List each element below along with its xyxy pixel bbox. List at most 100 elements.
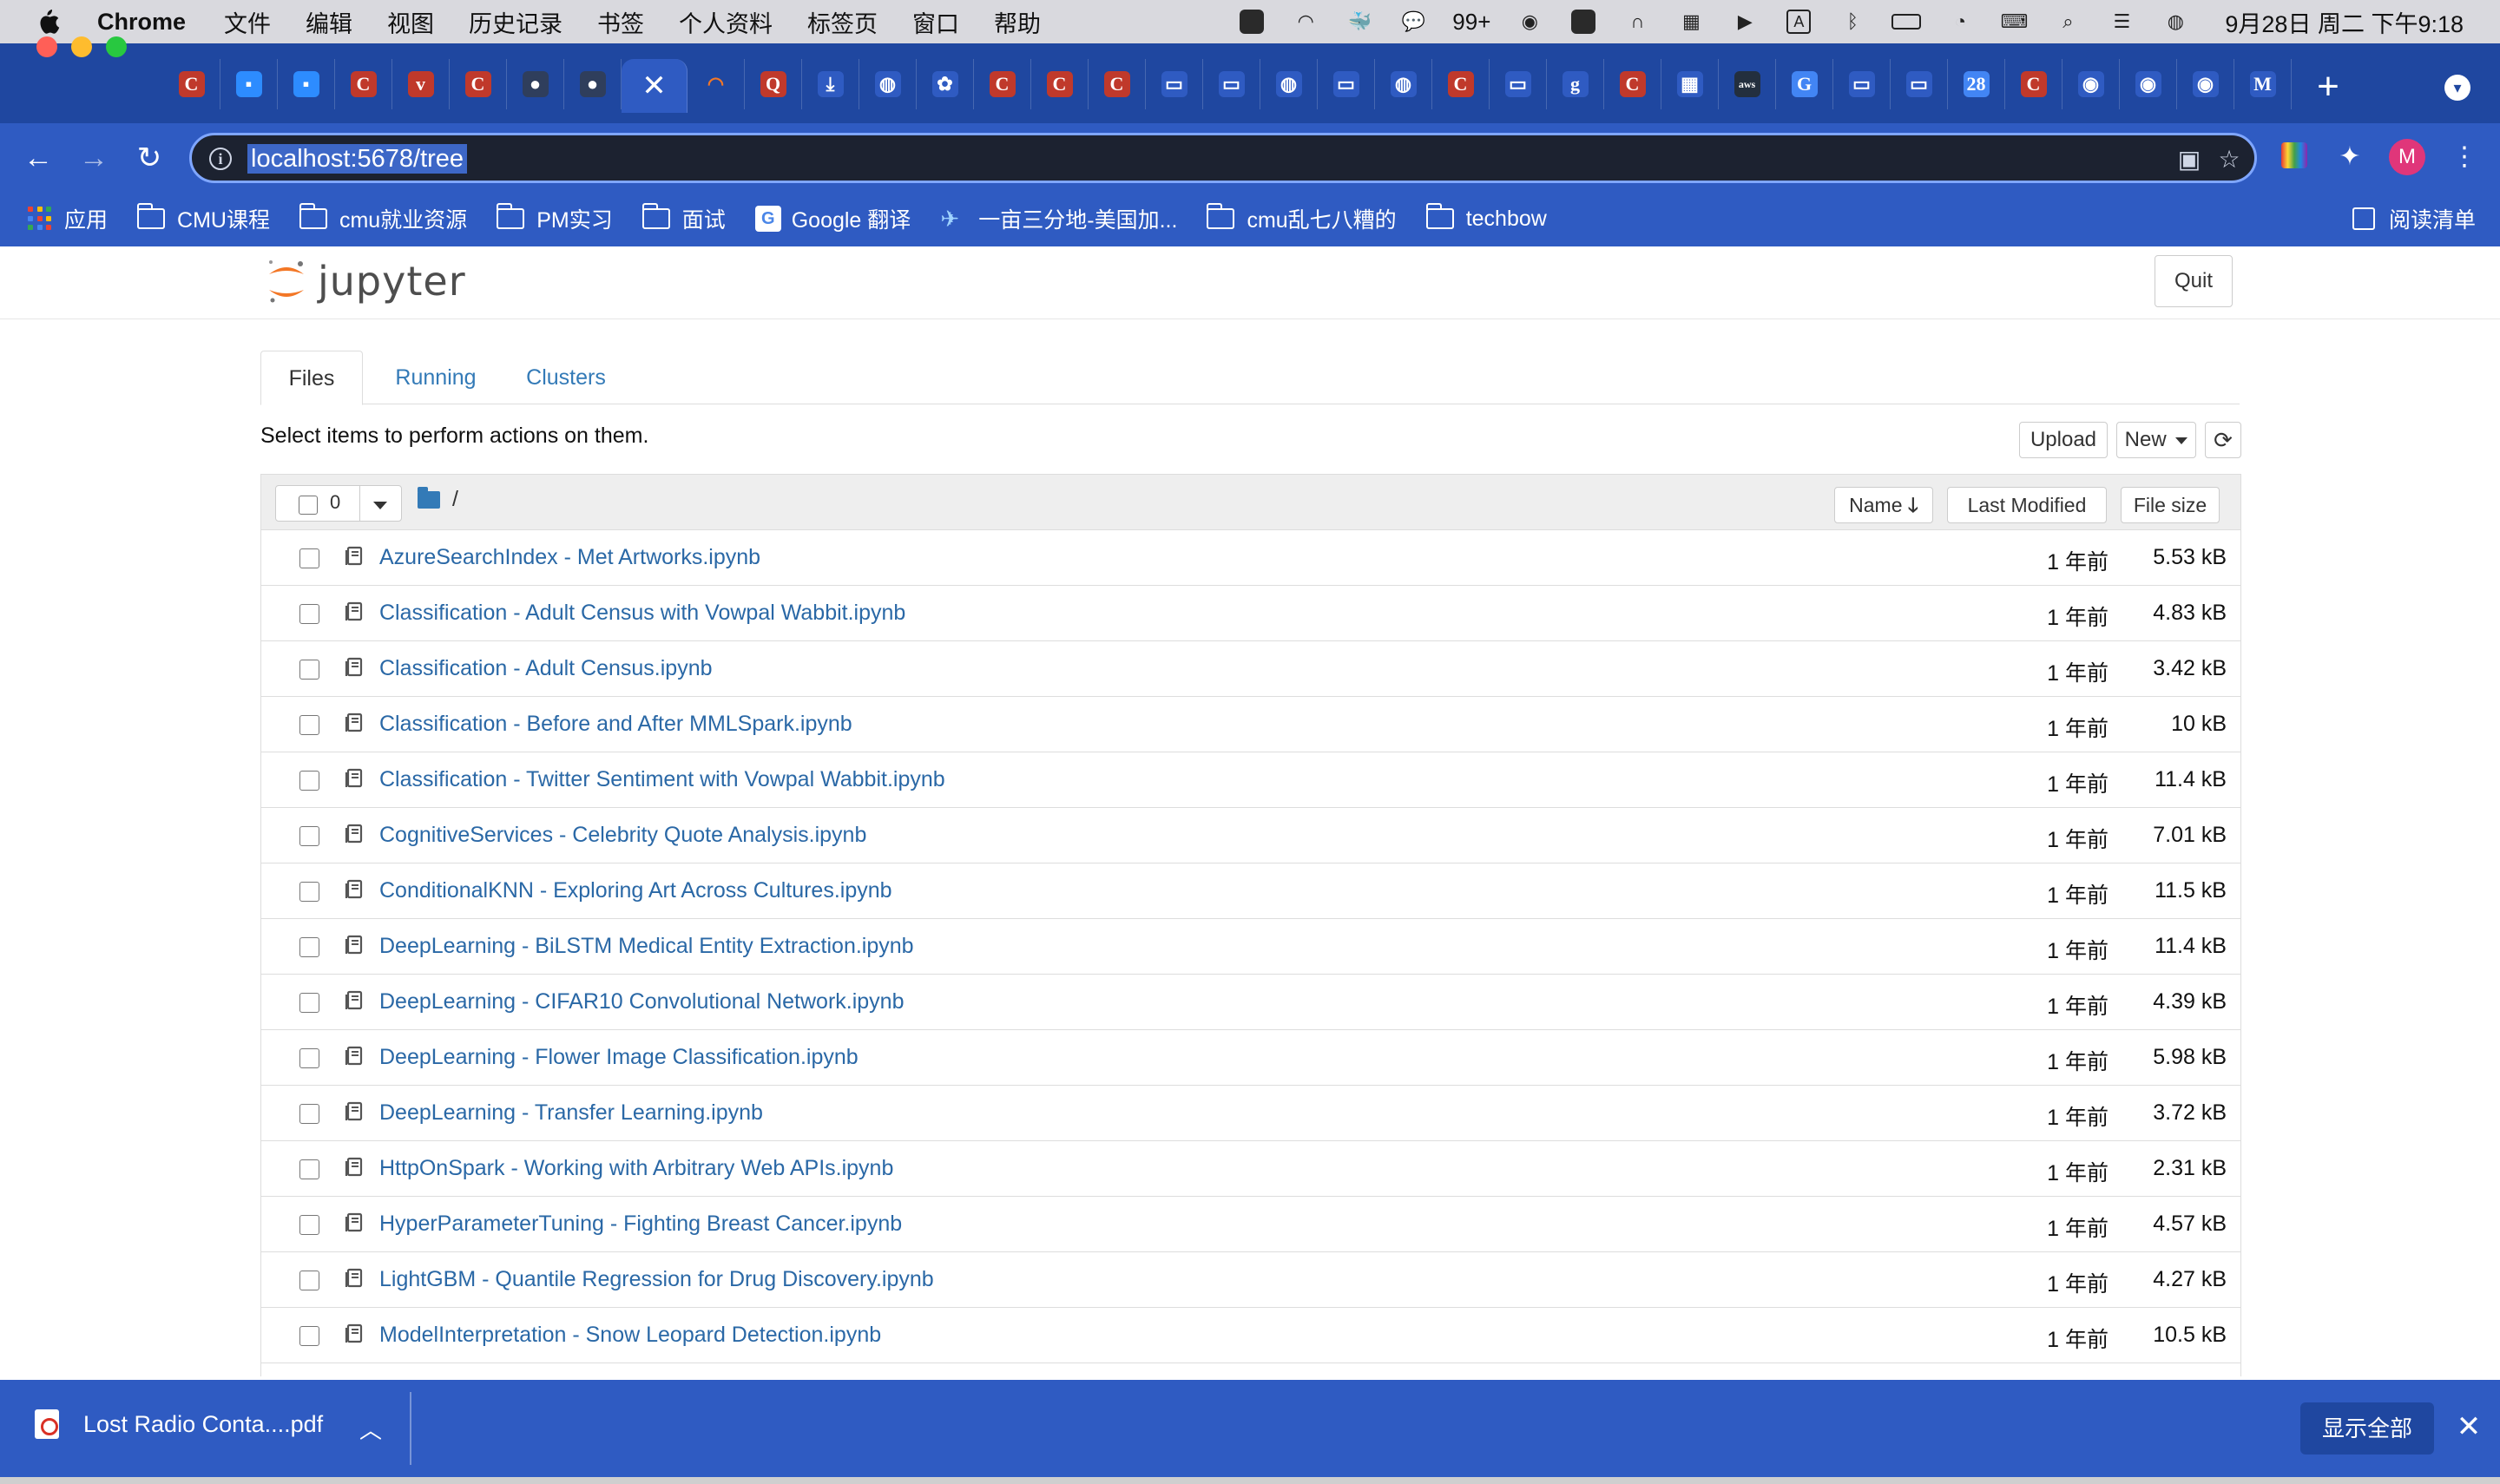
- file-checkbox[interactable]: [299, 1104, 319, 1124]
- menu-tabs[interactable]: 标签页: [807, 5, 878, 39]
- jupyter-logo[interactable]: jupyter: [266, 255, 466, 307]
- browser-tab[interactable]: ▦: [1661, 59, 1719, 109]
- select-all-checkbox[interactable]: [299, 496, 318, 515]
- grid-status-icon[interactable]: ▦: [1676, 9, 1706, 35]
- file-row[interactable]: Classification - Adult Census with Vowpa…: [261, 586, 2240, 641]
- browser-tab[interactable]: C: [1604, 59, 1661, 109]
- browser-tab[interactable]: ▪: [220, 59, 278, 109]
- browser-tab[interactable]: aws: [1719, 59, 1776, 109]
- zoom-status-icon[interactable]: [1237, 9, 1266, 35]
- browser-tab[interactable]: C: [450, 59, 507, 109]
- bookmark-folder-techbow[interactable]: techbow: [1425, 203, 1547, 232]
- file-name-link[interactable]: DeepLearning - BiLSTM Medical Entity Ext…: [379, 934, 914, 959]
- browser-tab[interactable]: ◉: [2062, 59, 2120, 109]
- menu-window[interactable]: 窗口: [912, 5, 959, 39]
- play-status-icon[interactable]: ▶: [1730, 9, 1760, 35]
- bookmark-folder-cmu-misc[interactable]: cmu乱七八糟的: [1207, 203, 1397, 234]
- bookmark-folder-cmu-courses[interactable]: CMU课程: [137, 203, 270, 234]
- browser-tab[interactable]: ▭: [1318, 59, 1375, 109]
- profile-avatar[interactable]: M: [2389, 139, 2425, 175]
- browser-tab[interactable]: ◉: [2120, 59, 2177, 109]
- browser-tab[interactable]: ◉: [2177, 59, 2234, 109]
- browser-tab[interactable]: ●: [564, 59, 622, 109]
- browser-tab[interactable]: ▭: [1891, 59, 1948, 109]
- menu-help[interactable]: 帮助: [994, 5, 1041, 39]
- siri-icon[interactable]: ◍: [2161, 9, 2190, 35]
- file-row[interactable]: ModelInterpretation - Snow Leopard Detec…: [261, 1308, 2240, 1363]
- browser-tab[interactable]: ⤓: [802, 59, 859, 109]
- file-checkbox[interactable]: [299, 1271, 319, 1290]
- browser-tab[interactable]: C: [2005, 59, 2062, 109]
- file-name-link[interactable]: HyperParameterTuning - Fighting Breast C…: [379, 1211, 902, 1237]
- menu-edit[interactable]: 编辑: [306, 5, 352, 39]
- bookmark-folder-interview[interactable]: 面试: [641, 203, 726, 234]
- keyboard-icon[interactable]: ⌨: [1999, 9, 2029, 35]
- sort-by-name-button[interactable]: Name 🡓: [1834, 487, 1933, 523]
- file-name-link[interactable]: AzureSearchIndex - Met Artworks.ipynb: [379, 545, 760, 570]
- browser-tab[interactable]: G: [1776, 59, 1833, 109]
- bookmark-folder-cmu-career[interactable]: cmu就业资源: [299, 203, 467, 234]
- browser-tab[interactable]: ✿: [917, 59, 974, 109]
- browser-tab[interactable]: C: [1089, 59, 1146, 109]
- browser-tab[interactable]: ◍: [1260, 59, 1318, 109]
- file-name-link[interactable]: ModelInterpretation - Snow Leopard Detec…: [379, 1323, 881, 1348]
- headphones-status-icon[interactable]: ◠: [1291, 9, 1320, 35]
- breadcrumb-path[interactable]: /: [452, 487, 458, 512]
- file-row[interactable]: DeepLearning - Flower Image Classificati…: [261, 1030, 2240, 1086]
- file-checkbox[interactable]: [299, 1159, 319, 1179]
- new-dropdown-button[interactable]: New: [2116, 422, 2196, 458]
- file-checkbox[interactable]: [299, 1048, 319, 1068]
- file-checkbox[interactable]: [299, 715, 319, 735]
- file-name-link[interactable]: LightGBM - Quantile Regression for Drug …: [379, 1267, 934, 1292]
- bookmark-folder-pm-intern[interactable]: PM实习: [497, 203, 613, 234]
- url-text[interactable]: localhost:5678/tree: [247, 144, 468, 174]
- reading-list-button[interactable]: 阅读清单: [2352, 191, 2476, 246]
- menu-history[interactable]: 历史记录: [469, 5, 562, 39]
- file-name-link[interactable]: CognitiveServices - Celebrity Quote Anal…: [379, 823, 866, 848]
- file-checkbox[interactable]: [299, 826, 319, 846]
- file-row[interactable]: DeepLearning - Transfer Learning.ipynb 1 …: [261, 1086, 2240, 1141]
- browser-tab[interactable]: C: [335, 59, 392, 109]
- upload-button[interactable]: Upload: [2019, 422, 2108, 458]
- file-checkbox[interactable]: [299, 604, 319, 624]
- file-row[interactable]: Classification - Before and After MMLSpa…: [261, 697, 2240, 752]
- menubar-app-name[interactable]: Chrome: [97, 9, 186, 36]
- select-all-dropdown[interactable]: 0: [275, 485, 402, 522]
- browser-tab[interactable]: g: [1547, 59, 1604, 109]
- file-row[interactable]: Classification - Twitter Sentiment with …: [261, 752, 2240, 808]
- browser-tab[interactable]: ▭: [1146, 59, 1203, 109]
- reload-button[interactable]: ↻: [130, 139, 168, 177]
- back-button[interactable]: ←: [19, 139, 57, 177]
- file-row[interactable]: HttpOnSpark - Working with Arbitrary Web…: [261, 1141, 2240, 1197]
- file-row[interactable]: DeepLearning - CIFAR10 Convolutional Net…: [261, 975, 2240, 1030]
- battery-icon[interactable]: [1891, 9, 1922, 35]
- file-name-link[interactable]: Classification - Adult Census with Vowpa…: [379, 601, 905, 626]
- download-file-name[interactable]: Lost Radio Conta....pdf: [83, 1411, 323, 1438]
- tab-clusters[interactable]: Clusters: [512, 351, 620, 404]
- browser-tab[interactable]: v: [392, 59, 450, 109]
- browser-tab[interactable]: ▭: [1833, 59, 1891, 109]
- sort-by-size-button[interactable]: File size: [2121, 487, 2220, 523]
- file-row[interactable]: AzureSearchIndex - Met Artworks.ipynb 1 年…: [261, 530, 2240, 586]
- file-name-link[interactable]: ConditionalKNN - Exploring Art Across Cu…: [379, 878, 892, 903]
- show-all-downloads-button[interactable]: 显示全部: [2300, 1402, 2434, 1454]
- file-name-link[interactable]: Classification - Twitter Sentiment with …: [379, 767, 945, 792]
- refresh-button[interactable]: ⟳: [2205, 422, 2241, 458]
- file-checkbox[interactable]: [299, 1326, 319, 1346]
- control-center-icon[interactable]: ☰: [2107, 9, 2136, 35]
- file-checkbox[interactable]: [299, 882, 319, 902]
- browser-tab[interactable]: ▪: [278, 59, 335, 109]
- bluetooth-icon[interactable]: ᛒ: [1838, 9, 1867, 35]
- browser-tab[interactable]: Q: [745, 59, 802, 109]
- browser-tab[interactable]: ▭: [1203, 59, 1260, 109]
- file-checkbox[interactable]: [299, 993, 319, 1013]
- file-row[interactable]: CognitiveServices - Celebrity Quote Anal…: [261, 808, 2240, 863]
- file-row[interactable]: ConditionalKNN - Exploring Art Across Cu…: [261, 863, 2240, 919]
- file-name-link[interactable]: DeepLearning - CIFAR10 Convolutional Net…: [379, 989, 905, 1015]
- forward-button[interactable]: →: [75, 139, 113, 177]
- wifi-icon[interactable]: ◔: [1945, 9, 1975, 35]
- extension-color-icon[interactable]: [2280, 142, 2309, 172]
- browser-tab[interactable]: C: [1031, 59, 1089, 109]
- sort-by-modified-button[interactable]: Last Modified: [1947, 487, 2107, 523]
- tab-files[interactable]: Files: [260, 351, 363, 405]
